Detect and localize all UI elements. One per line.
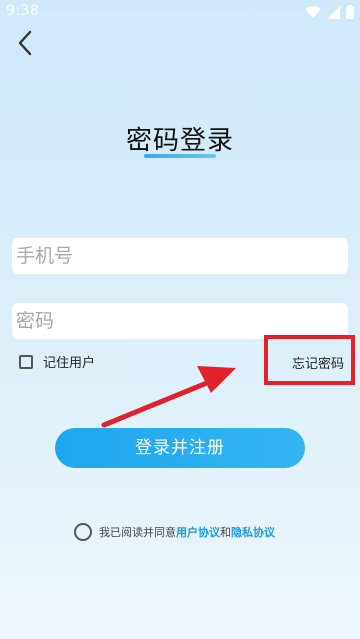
agreement-radio[interactable] [74, 523, 92, 541]
status-bar: 9:38 [0, 0, 360, 24]
status-time: 9:38 [6, 3, 40, 19]
signal-icon [327, 5, 340, 19]
wifi-icon [305, 5, 321, 18]
remember-checkbox[interactable] [19, 354, 33, 369]
login-register-button[interactable]: 登录并注册 [55, 428, 305, 468]
status-icons [305, 4, 354, 20]
back-button[interactable] [10, 28, 40, 58]
agreement-prefix: 我已阅读并同意 [99, 526, 176, 539]
annotation-highlight-box [264, 335, 355, 385]
agreement-and: 和 [220, 526, 231, 539]
remember-user-toggle[interactable]: 记住用户 [19, 352, 95, 371]
back-arrow-icon [18, 30, 32, 56]
title-underline [144, 154, 216, 158]
password-input[interactable] [12, 303, 348, 339]
privacy-policy-link[interactable]: 隐私协议 [231, 524, 275, 540]
battery-icon [346, 5, 354, 19]
phone-input[interactable] [12, 238, 348, 274]
user-agreement-link[interactable]: 用户协议 [176, 524, 220, 540]
agreement-row: 我已阅读并同意 用户协议 和 隐私协议 [74, 523, 275, 541]
remember-label: 记住用户 [43, 356, 96, 371]
page-title: 密码登录 [125, 126, 234, 156]
